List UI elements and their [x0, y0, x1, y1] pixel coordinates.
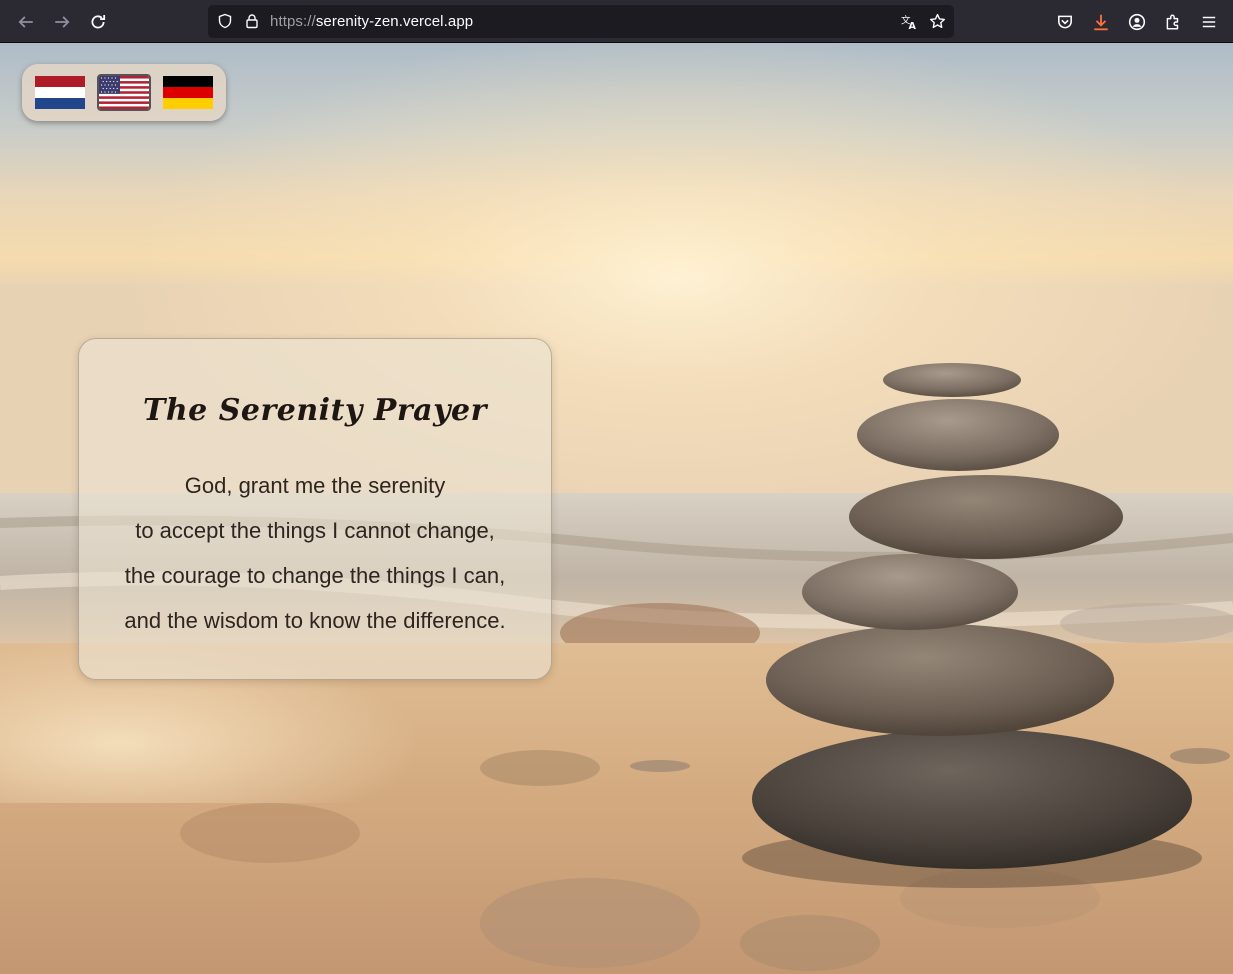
prayer-line: the courage to change the things I can,	[124, 563, 506, 588]
address-bar[interactable]: https://serenity-zen.vercel.app 文A	[208, 5, 954, 38]
translate-icon[interactable]: 文A	[900, 12, 918, 30]
svg-text:A: A	[908, 20, 916, 29]
prayer-text: God, grant me the serenity to accept the…	[79, 463, 551, 643]
shield-icon[interactable]	[216, 12, 234, 30]
download-icon[interactable]	[1087, 8, 1115, 36]
flag-us-button[interactable]	[97, 74, 151, 111]
united-states-flag-icon	[99, 76, 149, 109]
germany-flag-icon	[163, 76, 213, 109]
prayer-line: to accept the things I cannot change,	[135, 518, 495, 543]
prayer-line: God, grant me the serenity	[184, 473, 446, 498]
prayer-card: The Serenity Prayer God, grant me the se…	[78, 338, 552, 680]
language-selector	[22, 64, 226, 121]
flag-nl-button[interactable]	[35, 76, 85, 109]
browser-toolbar: https://serenity-zen.vercel.app 文A	[0, 0, 1233, 43]
netherlands-flag-icon	[35, 76, 85, 109]
account-icon[interactable]	[1123, 8, 1151, 36]
url-protocol: https://	[270, 13, 316, 30]
star-icon[interactable]	[928, 12, 946, 30]
back-arrow-icon[interactable]	[12, 8, 40, 36]
reload-icon[interactable]	[84, 8, 112, 36]
forward-arrow-icon[interactable]	[48, 8, 76, 36]
flag-de-button[interactable]	[163, 76, 213, 109]
lock-icon[interactable]	[243, 12, 261, 30]
hamburger-menu-icon[interactable]	[1195, 8, 1223, 36]
pocket-icon[interactable]	[1051, 8, 1079, 36]
extensions-icon[interactable]	[1159, 8, 1187, 36]
page-viewport: The Serenity Prayer God, grant me the se…	[0, 43, 1233, 974]
prayer-line: and the wisdom to know the difference.	[124, 608, 506, 633]
url-host: serenity-zen.vercel.app	[315, 13, 474, 30]
url-text[interactable]: https://serenity-zen.vercel.app	[270, 13, 473, 30]
prayer-title: The Serenity Prayer	[143, 393, 487, 428]
